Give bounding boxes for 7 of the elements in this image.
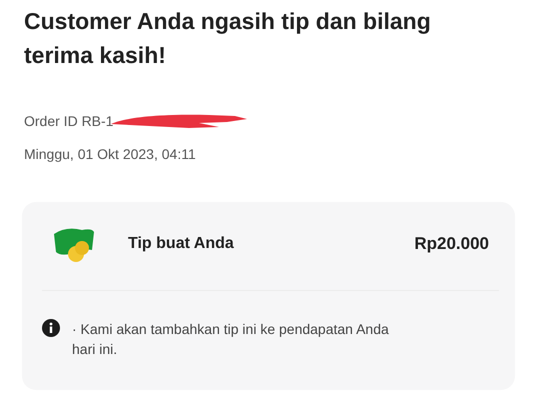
order-date: Minggu, 01 Okt 2023, 04:11 xyxy=(24,146,197,162)
order-id: Order ID RB-1 xyxy=(24,113,114,129)
tip-amount: Rp20.000 xyxy=(414,234,489,254)
info-icon xyxy=(42,319,60,337)
tip-note: · Kami akan tambahkan tip ini ke pendapatan Anda hari ini. xyxy=(72,320,390,359)
tip-label: Tip buat Anda xyxy=(128,235,235,253)
heading: Customer Anda ngasih tip dan bilang terima kasih! xyxy=(24,7,432,70)
